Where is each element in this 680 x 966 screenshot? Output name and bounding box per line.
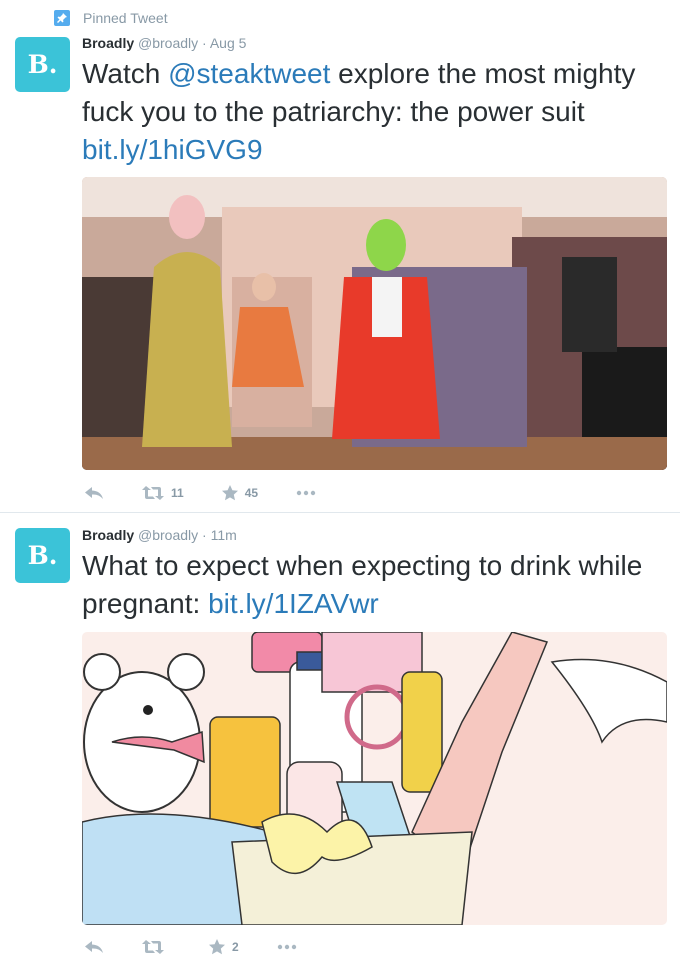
- separator-dot: ·: [202, 35, 207, 51]
- avatar[interactable]: B.: [15, 528, 70, 583]
- favorite-count: 2: [232, 940, 239, 954]
- separator-dot: ·: [202, 527, 207, 543]
- tweet-text: Watch @steaktweet explore the most might…: [82, 55, 667, 169]
- avatar-letter: B.: [27, 50, 58, 79]
- pinned-label-row: Pinned Tweet: [54, 9, 168, 27]
- star-icon: [209, 939, 225, 955]
- more-button[interactable]: [296, 490, 316, 496]
- url-link[interactable]: bit.ly/1hiGVG9: [82, 134, 263, 165]
- reply-button[interactable]: [84, 486, 104, 500]
- avatar[interactable]: B.: [15, 37, 70, 92]
- tweet-timestamp[interactable]: Aug 5: [210, 35, 247, 51]
- retweet-button[interactable]: [142, 940, 171, 954]
- tweet-text-part: Watch: [82, 58, 169, 89]
- author-handle[interactable]: @broadly: [138, 35, 198, 51]
- author-name[interactable]: Broadly: [82, 35, 134, 51]
- reply-button[interactable]: [84, 940, 104, 954]
- pin-icon: [54, 10, 70, 26]
- more-icon: [296, 490, 316, 496]
- retweet-button[interactable]: 11: [142, 486, 184, 500]
- timeline: Pinned Tweet B. Broadly @broadly · Aug 5…: [0, 0, 680, 966]
- retweet-count: 11: [171, 486, 184, 500]
- author-handle[interactable]: @broadly: [138, 527, 198, 543]
- tweet-header: Broadly @broadly · 11m: [82, 527, 237, 545]
- tweet-actions: 11 45: [84, 483, 354, 503]
- retweet-icon: [142, 940, 164, 954]
- tweet-photo[interactable]: [82, 632, 667, 925]
- reply-icon: [85, 941, 103, 953]
- favorite-count: 45: [244, 486, 259, 500]
- url-link[interactable]: bit.ly/1IZAVwr: [208, 588, 379, 619]
- tweet-timestamp[interactable]: 11m: [211, 527, 237, 543]
- tweet-actions: 2: [84, 937, 335, 957]
- reply-icon: [85, 487, 103, 499]
- tweet-card[interactable]: B. Broadly @broadly · 11m What to expect…: [0, 513, 680, 966]
- author-name[interactable]: Broadly: [82, 527, 134, 543]
- tweet-card[interactable]: Pinned Tweet B. Broadly @broadly · Aug 5…: [0, 0, 680, 513]
- star-icon: [221, 485, 238, 501]
- tweet-text: What to expect when expecting to drink w…: [82, 547, 667, 623]
- retweet-icon: [142, 486, 164, 500]
- tweet-photo[interactable]: [82, 177, 667, 470]
- favorite-button[interactable]: 45: [221, 485, 259, 501]
- more-button[interactable]: [277, 944, 297, 950]
- favorite-button[interactable]: 2: [209, 939, 239, 955]
- more-icon: [277, 944, 296, 950]
- avatar-letter: B.: [27, 541, 58, 570]
- tweet-header: Broadly @broadly · Aug 5: [82, 35, 246, 53]
- pinned-label: Pinned Tweet: [83, 10, 168, 26]
- mention-link[interactable]: @steaktweet: [168, 58, 330, 89]
